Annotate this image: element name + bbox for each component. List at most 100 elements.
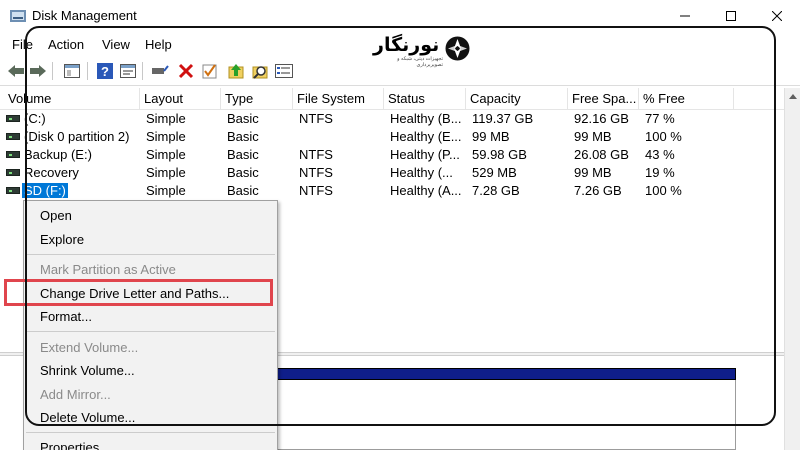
minimize-button[interactable] — [662, 0, 708, 32]
menu-item-format[interactable]: Format... — [40, 307, 92, 327]
list-icon — [275, 64, 293, 78]
toolbar-separator — [52, 62, 53, 80]
vertical-scrollbar[interactable] — [784, 88, 800, 450]
table-row[interactable]: Recovery Simple Basic NTFS Healthy (... … — [0, 164, 784, 182]
delete-button[interactable] — [176, 61, 196, 81]
menu-action[interactable]: Action — [48, 37, 84, 52]
delete-icon — [178, 63, 194, 79]
check-icon — [202, 64, 217, 79]
cell-status: Healthy (E... — [390, 129, 462, 144]
forward-button[interactable] — [28, 61, 48, 81]
cell-status: Healthy (P... — [390, 147, 460, 162]
cell-status: Healthy (... — [390, 165, 453, 180]
cell-volume: (C:) — [24, 111, 46, 126]
cell-volume: (Disk 0 partition 2) — [24, 129, 130, 144]
back-button[interactable] — [6, 61, 26, 81]
properties-button[interactable] — [118, 61, 138, 81]
column-header-type[interactable]: Type — [221, 88, 293, 110]
svg-text:?: ? — [101, 64, 109, 79]
scroll-up-button[interactable] — [785, 88, 800, 104]
menu-separator — [26, 254, 275, 255]
cell-free-space: 7.26 GB — [574, 183, 622, 198]
menu-item-explore[interactable]: Explore — [40, 230, 84, 250]
connect-drive-button[interactable] — [150, 61, 170, 81]
chevron-up-icon — [789, 93, 797, 99]
volume-drive-icon — [6, 187, 20, 194]
cell-status: Healthy (A... — [390, 183, 462, 198]
cell-layout: Simple — [146, 129, 186, 144]
column-header-file-system[interactable]: File System — [293, 88, 384, 110]
toolbar: ? — [0, 56, 800, 86]
list-header: Volume Layout Type File System Status Ca… — [0, 88, 784, 110]
menu-item-mark-partition-active: Mark Partition as Active — [40, 262, 176, 277]
cell-layout: Simple — [146, 165, 186, 180]
cell-file-system: NTFS — [299, 165, 333, 180]
cell-type: Basic — [227, 129, 259, 144]
column-header-free-space[interactable]: Free Spa... — [568, 88, 639, 110]
back-arrow-icon — [8, 65, 24, 77]
toolbar-separator — [142, 62, 143, 80]
highlight-box — [4, 279, 273, 306]
column-header-layout[interactable]: Layout — [140, 88, 221, 110]
cell-status: Healthy (B... — [390, 111, 462, 126]
volume-drive-icon — [6, 133, 20, 140]
minimize-icon — [680, 15, 690, 17]
cell-type: Basic — [227, 183, 259, 198]
help-button[interactable]: ? — [95, 61, 115, 81]
menu-item-properties[interactable]: Properties — [40, 438, 99, 450]
up-button[interactable] — [226, 61, 246, 81]
menu-view[interactable]: View — [102, 37, 130, 52]
cell-type: Basic — [227, 147, 259, 162]
cell-volume: SD (F:) — [20, 182, 68, 200]
close-button[interactable] — [754, 0, 800, 32]
cell-capacity: 99 MB — [472, 129, 510, 144]
menu-item-extend-volume: Extend Volume... — [40, 340, 139, 355]
logo-text: نورنگار — [373, 34, 440, 56]
connect-drive-icon — [152, 65, 169, 74]
cell-free-space: 99 MB — [574, 165, 612, 180]
cell-file-system: NTFS — [299, 147, 333, 162]
table-row[interactable]: Backup (E:) Simple Basic NTFS Healthy (P… — [0, 146, 784, 164]
cell-file-system: NTFS — [299, 111, 333, 126]
table-row-selected[interactable]: SD (F:) Simple Basic NTFS Healthy (A... … — [0, 182, 784, 200]
window-title: Disk Management — [32, 8, 137, 23]
menu-item-shrink-volume[interactable]: Shrink Volume... — [40, 361, 135, 381]
help-icon: ? — [97, 63, 113, 79]
cell-percent-free: 100 % — [645, 129, 682, 144]
disk-management-app-icon — [10, 10, 26, 22]
list-view-button[interactable] — [274, 61, 294, 81]
cell-capacity: 119.37 GB — [472, 111, 534, 126]
menu-item-delete-volume[interactable]: Delete Volume... — [40, 408, 135, 428]
menu-separator — [26, 432, 275, 433]
cell-volume: Recovery — [24, 165, 79, 180]
maximize-button[interactable] — [708, 0, 754, 32]
disk-partition-strip[interactable] — [276, 368, 736, 380]
menu-help[interactable]: Help — [145, 37, 172, 52]
menu-item-open[interactable]: Open — [40, 206, 72, 226]
table-row[interactable]: (Disk 0 partition 2) Simple Basic Health… — [0, 128, 784, 146]
cell-layout: Simple — [146, 111, 186, 126]
forward-arrow-icon — [30, 65, 46, 77]
console-tree-button[interactable] — [62, 61, 82, 81]
volume-drive-icon — [6, 151, 20, 158]
column-header-capacity[interactable]: Capacity — [466, 88, 568, 110]
cell-percent-free: 43 % — [645, 147, 675, 162]
properties-icon — [120, 64, 136, 78]
cell-file-system: NTFS — [299, 183, 333, 198]
cell-free-space: 92.16 GB — [574, 111, 629, 126]
column-header-status[interactable]: Status — [384, 88, 466, 110]
search-button[interactable] — [250, 61, 270, 81]
column-header-volume[interactable]: Volume — [4, 88, 140, 110]
table-row[interactable]: (C:) Simple Basic NTFS Healthy (B... 119… — [0, 110, 784, 128]
cell-capacity: 7.28 GB — [472, 183, 520, 198]
context-menu: Open Explore Mark Partition as Active Ch… — [23, 200, 278, 450]
volume-drive-icon — [6, 115, 20, 122]
cell-type: Basic — [227, 165, 259, 180]
menu-file[interactable]: File — [12, 37, 33, 52]
disk-partition-box[interactable] — [276, 380, 736, 450]
column-header-percent-free[interactable]: % Free — [639, 88, 734, 110]
check-button[interactable] — [200, 61, 220, 81]
cell-layout: Simple — [146, 147, 186, 162]
toolbar-separator — [87, 62, 88, 80]
selected-volume-name: SD (F:) — [22, 183, 68, 198]
